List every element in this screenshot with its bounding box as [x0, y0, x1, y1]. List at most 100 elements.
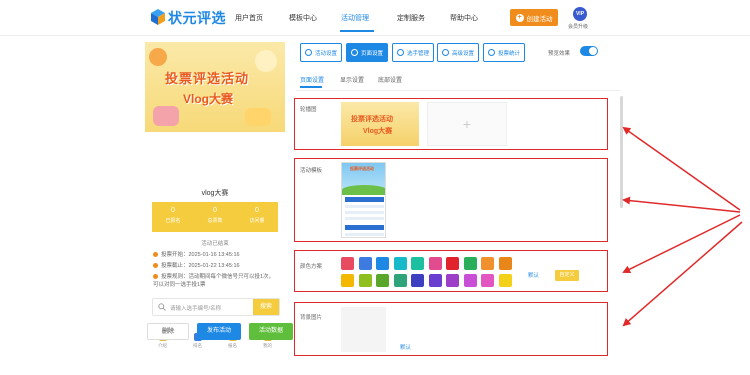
stats-panel: 0 已报名 0 总票数 0 访问量: [152, 202, 278, 232]
color-scheme-label: 颜色方案: [300, 264, 323, 270]
nav-item-templates[interactable]: 模板中心: [289, 13, 317, 23]
divider: [296, 90, 620, 91]
poster-title: 投票评选活动: [165, 71, 250, 86]
tool-label: 页面设置: [361, 50, 384, 57]
contestant-search[interactable]: 请输入选手编号/名称 搜索: [152, 298, 280, 316]
tool-contestant-management[interactable]: 选手管理: [392, 43, 435, 62]
arrow-to-background: [622, 221, 743, 327]
color-swatch[interactable]: [411, 274, 424, 287]
tool-activity-settings[interactable]: 活动设置: [300, 43, 343, 62]
tool-label: 活动设置: [315, 50, 338, 57]
color-custom-button[interactable]: 自定义: [555, 270, 579, 281]
subtab-page-settings[interactable]: 页面设置: [300, 75, 324, 84]
bullet-icon: [153, 263, 158, 269]
color-swatch[interactable]: [463, 257, 477, 270]
color-swatch[interactable]: [341, 274, 354, 287]
color-swatch[interactable]: [446, 274, 459, 287]
bullet-icon: [153, 274, 158, 280]
color-swatch[interactable]: [428, 274, 442, 287]
tool-label: 选手管理: [407, 50, 430, 57]
color-swatch[interactable]: [393, 257, 407, 270]
carousel-image-thumb[interactable]: 投票评选活动 Vlog大赛: [341, 102, 419, 146]
color-swatch[interactable]: [358, 257, 372, 270]
search-button[interactable]: 搜索: [253, 299, 279, 315]
color-swatch[interactable]: [393, 274, 407, 287]
brand-name[interactable]: 状元评选: [168, 8, 226, 28]
background-image-slot[interactable]: [341, 307, 386, 352]
background-image-label: 背景图片: [300, 315, 323, 321]
color-swatch[interactable]: [341, 257, 354, 270]
publish-activity-button[interactable]: 发布活动: [197, 323, 241, 340]
scrollbar[interactable]: [620, 96, 623, 208]
color-default-link[interactable]: 默认: [528, 271, 539, 279]
chart-icon: [488, 49, 495, 56]
color-swatch[interactable]: [358, 274, 372, 287]
color-swatch[interactable]: [481, 257, 494, 270]
template-bar: [345, 225, 384, 230]
template-bar: [345, 197, 384, 202]
thumb-subtitle: Vlog大赛: [363, 128, 393, 135]
nav-item-help[interactable]: 帮助中心: [450, 13, 478, 23]
subtab-footer-settings[interactable]: 底部设置: [378, 75, 402, 84]
color-swatch[interactable]: [428, 257, 442, 270]
stat-visits: 0 访问量: [236, 202, 278, 232]
plus-icon: +: [515, 13, 524, 22]
color-swatch[interactable]: [376, 274, 389, 287]
color-swatch[interactable]: [446, 257, 459, 270]
color-swatch[interactable]: [463, 274, 477, 287]
settings-icon: [442, 49, 449, 56]
search-icon: [158, 303, 166, 311]
users-icon: [397, 49, 404, 56]
stat-registered: 0 已报名: [152, 202, 194, 232]
arrow-to-carousel: [622, 126, 741, 211]
info-text: 投票规则：活动期间每个微信号只可以投1次，可以对同一选手投1票: [153, 274, 275, 288]
stat-votes: 0 总票数: [194, 202, 236, 232]
activity-template-thumb[interactable]: 投票评选活动: [341, 162, 386, 238]
color-swatch[interactable]: [411, 257, 424, 270]
tab-label: 排名: [193, 343, 202, 348]
subtab-display-settings[interactable]: 显示设置: [340, 75, 364, 84]
info-text: 投票开始：2025-01-16 13:45:16: [161, 252, 240, 258]
vip-upgrade-label[interactable]: 会员升级: [568, 23, 588, 30]
tool-label: 投票统计: [498, 50, 521, 57]
tool-page-settings[interactable]: 页面设置: [346, 43, 389, 62]
preview-toggle[interactable]: [580, 46, 598, 56]
cube-logo-icon: [151, 9, 165, 25]
vip-badge-icon[interactable]: VIP: [573, 7, 587, 21]
template-grass: [342, 185, 385, 195]
carousel-label: 轮播图: [300, 107, 317, 113]
info-vote-start: 投票开始：2025-01-16 13:45:16: [153, 251, 240, 259]
tool-vote-statistics[interactable]: 投票统计: [483, 43, 526, 62]
stat-value: 0: [171, 207, 175, 214]
add-image-button[interactable]: +: [427, 102, 507, 146]
color-swatch[interactable]: [498, 257, 512, 270]
info-vote-rules: 投票规则：活动期间每个微信号只可以投1次，可以对同一选手投1票: [153, 273, 277, 289]
template-title: 投票评选活动: [350, 166, 374, 171]
preview-effect-label: 预览效果: [548, 51, 571, 57]
arrow-to-template: [622, 196, 741, 213]
bullet-icon: [153, 252, 158, 258]
create-activity-button[interactable]: + 创建活动: [510, 9, 558, 26]
background-default-link[interactable]: 默认: [400, 343, 411, 351]
tool-advanced-settings[interactable]: 高级设置: [437, 43, 480, 62]
stat-value: 0: [255, 207, 259, 214]
tab-label: 我的: [263, 343, 272, 348]
tool-label: 高级设置: [452, 50, 475, 57]
poster-subtitle: Vlog大赛: [183, 92, 233, 106]
delete-button[interactable]: 删除: [147, 323, 189, 340]
nav-item-home[interactable]: 用户首页: [235, 13, 263, 23]
color-swatch[interactable]: [498, 274, 512, 287]
color-swatch[interactable]: [481, 274, 494, 287]
nav-item-custom-service[interactable]: 定制服务: [397, 13, 425, 23]
decor-circle: [255, 50, 277, 72]
tab-label: 报名: [228, 343, 237, 348]
color-swatch[interactable]: [376, 257, 389, 270]
search-placeholder[interactable]: 请输入选手编号/名称: [170, 304, 221, 312]
activity-data-button[interactable]: 活动数据: [249, 323, 293, 340]
subtab-active-indicator: [300, 86, 322, 88]
gear-icon: [305, 49, 312, 56]
thumb-title: 投票评选活动: [351, 116, 393, 123]
activity-title: vlog大赛: [201, 190, 229, 197]
nav-item-activity-management[interactable]: 活动管理: [341, 13, 369, 23]
create-activity-label: 创建活动: [526, 15, 553, 23]
